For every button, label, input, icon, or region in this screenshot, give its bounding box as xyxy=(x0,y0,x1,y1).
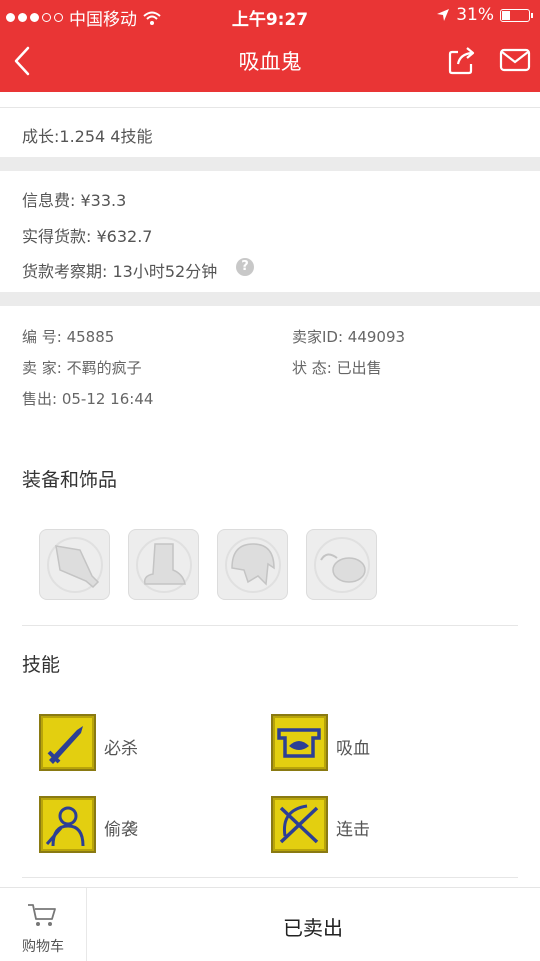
sold-time: 售出: 05-12 16:44 xyxy=(22,390,154,408)
divider xyxy=(22,625,518,626)
seller-id: 卖家ID: 449093 xyxy=(292,328,406,346)
equipment-slot-weapon[interactable] xyxy=(39,529,110,600)
navigation-bar: 吸血鬼 xyxy=(0,30,540,92)
seller-name: 卖 家: 不羁的疯子 xyxy=(22,359,142,377)
skill-label: 吸血 xyxy=(336,739,370,759)
cart-button[interactable]: 购物车 xyxy=(0,888,87,961)
skill-label: 连击 xyxy=(336,820,370,840)
skill-label: 必杀 xyxy=(104,739,138,759)
equipment-slot-boots[interactable] xyxy=(128,529,199,600)
growth-info: 成长:1.254 4技能 xyxy=(22,127,153,146)
divider xyxy=(0,107,540,108)
accessory-icon xyxy=(314,537,370,593)
equipment-slot-armor[interactable] xyxy=(217,529,288,600)
equipment-section-title: 装备和饰品 xyxy=(22,469,118,491)
battery-percent: 31% xyxy=(456,5,494,25)
actual-payment: 实得货款: ¥632.7 xyxy=(22,227,153,246)
location-arrow-icon xyxy=(437,9,450,21)
cart-label: 购物车 xyxy=(22,939,64,955)
message-icon[interactable] xyxy=(499,46,531,74)
status-bar: 中国移动 上午9:27 31% xyxy=(0,0,540,30)
armor-icon xyxy=(225,537,281,593)
section-separator xyxy=(0,292,540,306)
sold-status-button[interactable]: 已卖出 xyxy=(86,912,540,941)
equipment-slot-accessory[interactable] xyxy=(306,529,377,600)
help-icon[interactable]: ? xyxy=(236,258,254,276)
item-number: 编 号: 45885 xyxy=(22,328,115,346)
combo-skill-icon[interactable] xyxy=(271,796,328,853)
bloodsuck-skill-icon[interactable] xyxy=(271,714,328,771)
review-period: 货款考察期: 13小时52分钟 xyxy=(22,262,218,281)
sneak-attack-skill-icon[interactable] xyxy=(39,796,96,853)
bottom-action-bar: 购物车 已卖出 xyxy=(0,887,540,961)
share-icon[interactable] xyxy=(446,44,478,76)
sale-status: 状 态: 已出售 xyxy=(292,359,382,377)
battery-icon xyxy=(500,8,533,22)
divider xyxy=(22,877,518,878)
skills-section-title: 技能 xyxy=(22,654,61,676)
shopping-cart-icon xyxy=(28,904,56,926)
weapon-icon xyxy=(47,537,103,593)
section-separator xyxy=(0,157,540,171)
sword-skill-icon[interactable] xyxy=(39,714,96,771)
info-fee: 信息费: ¥33.3 xyxy=(22,191,127,210)
skill-label: 偷袭 xyxy=(104,820,138,840)
boot-icon xyxy=(136,537,192,593)
